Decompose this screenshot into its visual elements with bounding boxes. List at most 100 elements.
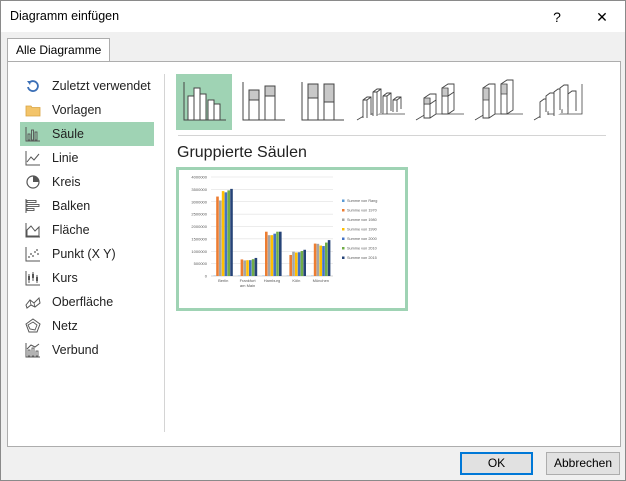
close-icon[interactable]: ✕	[587, 5, 617, 29]
sidebar-item-bar[interactable]: Balken	[20, 194, 154, 218]
legend-entry: Summe von 1990	[347, 228, 377, 232]
column-chart-icon	[25, 127, 40, 142]
sidebar-item-label: Kurs	[52, 271, 78, 285]
area-chart-icon	[25, 223, 40, 238]
3d-100-stacked-column-icon[interactable]	[471, 74, 527, 130]
cancel-button[interactable]: Abbrechen	[546, 452, 620, 475]
sidebar-item-scatter[interactable]: Punkt (X Y)	[20, 242, 154, 266]
tab-strip: Alle Diagramme	[1, 32, 625, 62]
bar	[325, 242, 328, 276]
3d-stacked-column-icon[interactable]	[412, 74, 468, 130]
bar	[216, 196, 219, 276]
legend-entry: Summe von 2000	[347, 237, 377, 241]
x-tick-label: Berlin	[218, 278, 228, 283]
bar	[251, 259, 255, 276]
bar	[249, 260, 252, 276]
sidebar-item-label: Kreis	[52, 175, 81, 189]
sidebar-item-column[interactable]: Säule	[20, 122, 154, 146]
bar	[273, 233, 276, 276]
y-tick-label: 2000000	[191, 224, 207, 229]
sidebar-item-stock[interactable]: Kurs	[20, 266, 154, 290]
bar	[316, 243, 320, 276]
100-stacked-column-icon[interactable]	[294, 74, 350, 130]
sidebar-item-label: Linie	[52, 151, 79, 165]
bar	[270, 235, 274, 276]
sidebar-item-pie[interactable]: Kreis	[20, 170, 154, 194]
legend-swatch	[342, 199, 345, 202]
legend-swatch	[342, 228, 345, 231]
sidebar-item-label: Zuletzt verwendet	[52, 79, 151, 93]
ok-button[interactable]: OK	[460, 452, 533, 475]
3d-column-icon[interactable]	[530, 74, 586, 130]
tab-panel: Zuletzt verwendet Vorlagen Säule Linie K…	[7, 61, 621, 447]
chart-subtype-gallery	[176, 74, 606, 132]
help-icon[interactable]: ?	[542, 5, 572, 29]
folder-icon	[25, 105, 41, 117]
y-tick-label: 1500000	[191, 236, 207, 241]
bar	[289, 254, 292, 276]
bar	[230, 188, 233, 276]
x-tick-label: München	[313, 278, 329, 283]
sidebar-item-recent[interactable]: Zuletzt verwendet	[20, 74, 154, 98]
sidebar-item-area[interactable]: Fläche	[20, 218, 154, 242]
pie-chart-icon	[26, 175, 40, 189]
bar	[279, 231, 282, 276]
stacked-column-icon[interactable]	[235, 74, 291, 130]
sidebar-item-line[interactable]: Linie	[20, 146, 154, 170]
sidebar-item-label: Säule	[52, 127, 84, 141]
y-tick-label: 0	[205, 274, 208, 279]
clustered-column-icon[interactable]	[176, 74, 232, 130]
bar	[221, 191, 225, 276]
chart-subtype-title: Gruppierte Säulen	[177, 144, 307, 161]
y-tick-label: 4000000	[191, 175, 207, 180]
sidebar-item-combo[interactable]: Verbund	[20, 338, 154, 362]
chart-type-list: Zuletzt verwendet Vorlagen Säule Linie K…	[20, 74, 154, 362]
legend-swatch	[342, 247, 345, 250]
bar	[322, 246, 325, 276]
line-chart-icon	[25, 151, 40, 166]
y-tick-label: 1000000	[191, 249, 207, 254]
legend-entry: Summe von Rang	[347, 199, 377, 203]
title-bar: Diagramm einfügen ? ✕	[1, 1, 625, 32]
radar-chart-icon	[25, 318, 41, 333]
legend-entry: Summe von 1980	[347, 218, 377, 222]
sidebar-item-label: Oberfläche	[52, 295, 114, 309]
recent-icon	[27, 80, 39, 92]
legend-swatch	[342, 256, 345, 259]
legend-entry: Summe von 1970	[347, 209, 377, 213]
vertical-divider	[164, 74, 165, 432]
bar	[227, 190, 230, 276]
y-tick-label: 3000000	[191, 199, 207, 204]
legend-swatch	[342, 218, 345, 221]
bar	[254, 257, 258, 276]
bar	[297, 252, 301, 276]
bar	[219, 200, 222, 276]
chart-preview-svg: 4000000 3500000 3000000 2500000 2000000 15000…	[191, 175, 377, 289]
legend-entry: Summe von 2010	[347, 247, 377, 251]
legend-swatch	[342, 237, 345, 240]
sidebar-item-label: Balken	[52, 199, 91, 213]
tab-all-charts[interactable]: Alle Diagramme	[7, 38, 111, 62]
x-tick-label: Köln	[292, 278, 300, 283]
sidebar-item-templates[interactable]: Vorlagen	[20, 98, 154, 122]
chart-preview[interactable]: 4000000 3500000 3000000 2500000 2000000 15000…	[176, 167, 408, 311]
bar	[295, 252, 298, 276]
3d-clustered-column-icon[interactable]	[353, 74, 409, 130]
bar	[265, 231, 268, 276]
bar	[243, 260, 246, 276]
sidebar-item-surface[interactable]: Oberfläche	[20, 290, 154, 314]
horizontal-divider	[178, 135, 606, 136]
legend-swatch	[342, 209, 345, 212]
sidebar-item-label: Netz	[52, 319, 78, 333]
y-tick-label: 500000	[194, 261, 208, 266]
scatter-chart-icon	[25, 247, 40, 262]
sidebar-item-label: Vorlagen	[52, 103, 102, 117]
dialog-title: Diagramm einfügen	[10, 9, 120, 23]
bar	[224, 192, 228, 276]
bar	[319, 245, 322, 276]
bar-chart-icon	[25, 199, 40, 213]
legend-entry: Summe von 2015	[347, 256, 377, 260]
bar	[313, 243, 317, 276]
sidebar-item-radar[interactable]: Netz	[20, 314, 154, 338]
sidebar-item-label: Fläche	[52, 223, 90, 237]
